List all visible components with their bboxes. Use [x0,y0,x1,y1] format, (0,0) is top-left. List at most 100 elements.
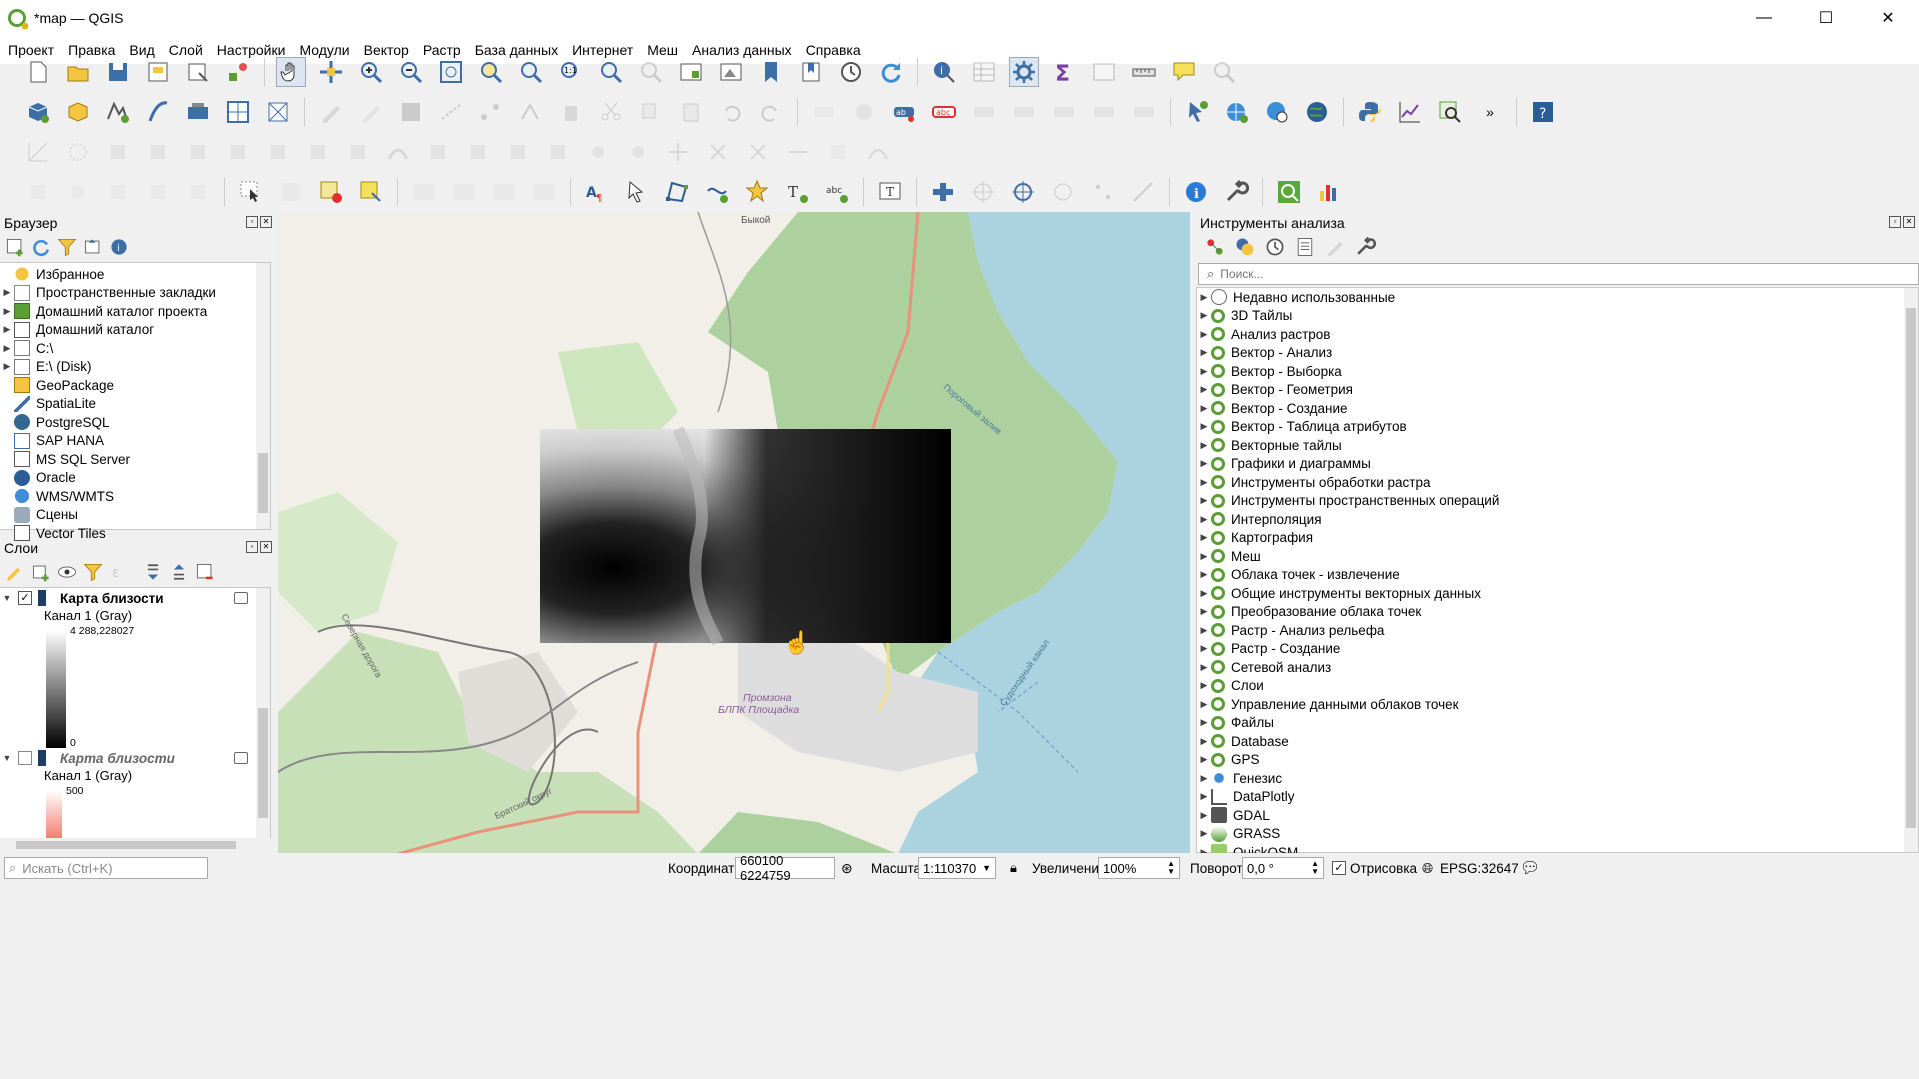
browser-item[interactable]: Oracle [0,469,270,488]
processing-group[interactable]: ▶ GDAL [1197,806,1918,825]
python-console-icon[interactable] [1355,97,1385,127]
browser-item[interactable]: ▶ C:\ [0,339,270,358]
processing-group[interactable]: ▶ Растр - Анализ рельефа [1197,621,1918,640]
zoom-in-icon[interactable] [356,57,386,87]
help-icon[interactable]: ? [1528,97,1558,127]
identify-features-icon[interactable]: i [929,57,959,87]
map-canvas[interactable]: Быкой Промзона БЛПК Площадка Северная до… [278,212,1190,854]
expand-arrow-icon[interactable]: ▶ [1197,495,1211,506]
filter-expression-icon[interactable]: ε [108,561,138,583]
coordinates-field[interactable]: 660100 6224759 [735,853,835,883]
zoom-out-icon[interactable] [396,57,426,87]
delete-part-icon[interactable] [303,137,333,167]
invert-selection-icon[interactable] [143,177,173,207]
pinned-labels-icon[interactable]: abc [929,97,959,127]
offset-curve-icon[interactable] [383,137,413,167]
pin-label-icon[interactable] [969,97,999,127]
zoom-to-selection-icon[interactable] [476,57,506,87]
zoom-last-icon[interactable] [596,57,626,87]
processing-group[interactable]: ▶ Вектор - Таблица атрибутов [1197,418,1918,437]
edit-cut-2-icon[interactable] [743,137,773,167]
pan-icon[interactable] [276,57,306,87]
maximize-button[interactable]: ☐ [1795,0,1857,36]
processing-group[interactable]: ▶ Растр - Создание [1197,640,1918,659]
expand-arrow-icon[interactable]: ▶ [1197,662,1211,673]
toggle-extents-icon[interactable]: ⊛ [841,860,853,877]
more-tools-icon[interactable]: » [1475,97,1505,127]
processing-group[interactable]: ▶ Инструменты пространственных операций [1197,492,1918,511]
deselect-icon[interactable] [183,177,213,207]
save-edits-icon[interactable] [396,97,426,127]
processing-group[interactable]: ▶ Картография [1197,529,1918,548]
models-icon[interactable] [1204,236,1226,258]
current-edits-icon[interactable] [316,97,346,127]
select-by-expression-icon[interactable] [63,177,93,207]
crosshair-icon[interactable] [968,177,998,207]
cut-features-icon[interactable] [596,97,626,127]
collapse-arrow-icon[interactable]: ▼ [0,593,14,603]
search-plugin-icon[interactable] [1274,177,1304,207]
expand-arrow-icon[interactable]: ▶ [1197,384,1211,395]
select-by-value-icon[interactable] [23,177,53,207]
locator-search-field[interactable]: ⌕ Искать (Ctrl+K) [4,857,208,879]
change-label-icon[interactable] [1129,97,1159,127]
advanced-digitizing-icon[interactable] [23,137,53,167]
snapping-icon[interactable] [823,137,853,167]
chart-plugin-icon[interactable] [1314,177,1344,207]
redo-icon[interactable] [756,97,786,127]
reverse-line-icon[interactable] [783,137,813,167]
data-source-manager-icon[interactable] [23,97,53,127]
collapse-layers-icon[interactable] [168,561,190,583]
scale-field[interactable]: 1:110370 ▼ [918,857,996,879]
expand-arrow-icon[interactable]: ▶ [1197,588,1211,599]
minimize-button[interactable]: — [1733,0,1795,36]
expand-arrow-icon[interactable]: ▶ [0,324,14,335]
annotation-point-text-icon[interactable]: T [782,177,812,207]
new-spatialite-layer-icon[interactable] [143,97,173,127]
close-button[interactable]: ✕ [1857,0,1919,36]
deselect-all-icon[interactable] [316,177,346,207]
gps-track-icon[interactable] [1088,177,1118,207]
new-virtual-layer-icon[interactable] [223,97,253,127]
expand-arrow-icon[interactable]: ▶ [1197,551,1211,562]
expand-arrow-icon[interactable]: ▶ [1197,514,1211,525]
properties-icon[interactable]: i [108,236,130,258]
expand-arrow-icon[interactable]: ▶ [1197,791,1211,802]
show-hide-label-icon[interactable] [1009,97,1039,127]
collapse-all-icon[interactable] [82,236,104,258]
render-checkbox[interactable]: ✓ [1332,861,1346,875]
processing-group[interactable]: ▶ Интерполяция [1197,510,1918,529]
lock-scale-icon[interactable]: 🔒︎ [1010,860,1017,876]
rotate-feature-icon[interactable] [103,137,133,167]
merge-attributes-icon[interactable] [543,137,573,167]
expand-arrow-icon[interactable]: ▶ [1197,366,1211,377]
expand-arrow-icon[interactable]: ▶ [0,287,14,298]
edit-cut-icon[interactable] [703,137,733,167]
browser-item[interactable]: ▶ Домашний каталог [0,321,270,340]
copy-features-icon[interactable] [636,97,666,127]
add-selected-layers-icon[interactable] [4,236,26,258]
processing-group[interactable]: ▶ Вектор - Геометрия [1197,381,1918,400]
expand-arrow-icon[interactable]: ▶ [1197,606,1211,617]
web-globe-icon[interactable] [1222,97,1252,127]
gps-icon[interactable] [1008,177,1038,207]
browser-scrollbar[interactable] [256,263,270,529]
refresh-icon[interactable] [876,57,906,87]
expand-arrow-icon[interactable]: ▶ [1197,347,1211,358]
split-geometry-icon[interactable] [489,177,519,207]
browser-item[interactable]: Избранное [0,265,270,284]
remove-layer-icon[interactable] [194,561,216,583]
close-processing-icon[interactable]: ✕ [1903,216,1915,228]
processing-group[interactable]: ▶ DataPlotly [1197,788,1918,807]
add-group-icon[interactable] [30,561,52,583]
georeferencer-icon[interactable] [928,177,958,207]
expand-arrow-icon[interactable]: ▶ [1197,699,1211,710]
expand-arrow-icon[interactable]: ▶ [0,306,14,317]
expand-arrow-icon[interactable]: ▶ [1197,458,1211,469]
annotation-marker-icon[interactable] [742,177,772,207]
rotate-label-icon[interactable] [1089,97,1119,127]
style-layer-icon[interactable] [4,561,26,583]
processing-group[interactable]: ▶ Вектор - Выборка [1197,362,1918,381]
attribute-table-icon[interactable] [969,57,999,87]
processing-group[interactable]: ▶ Векторные тайлы [1197,436,1918,455]
